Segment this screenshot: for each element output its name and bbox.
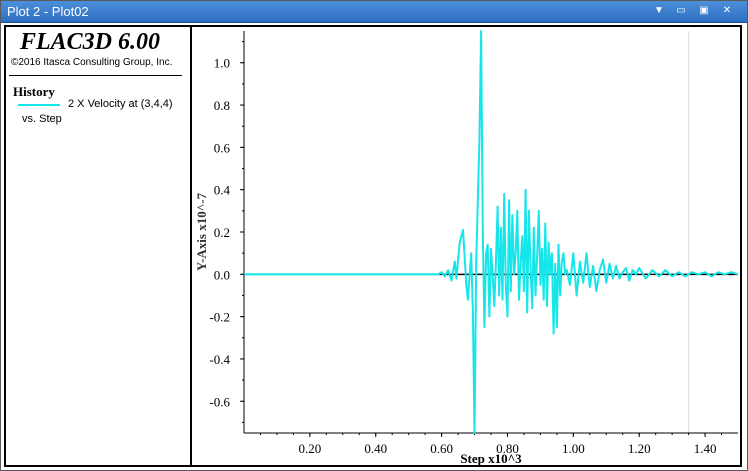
product-name: FLAC3D 6.00	[20, 29, 161, 55]
x-tick-label: 0.60	[430, 441, 453, 456]
plot-window: Plot 2 - Plot02 ▼ ▭ ▣ ✕ FLAC3D 6.00 ©201…	[0, 0, 748, 471]
plot-content: FLAC3D 6.00 ©2016 Itasca Consulting Grou…	[4, 25, 742, 467]
minimize-icon[interactable]: ▭	[673, 4, 689, 18]
x-axis-label: Step x10^3	[460, 451, 522, 465]
series-swatch	[18, 104, 60, 106]
y-tick-label: 0.4	[214, 183, 231, 198]
y-tick-label: -0.6	[209, 394, 230, 409]
legend-divider	[9, 75, 182, 76]
y-tick-label: 1.0	[214, 56, 230, 71]
data-layer	[244, 30, 739, 434]
x-tick-label: 0.40	[364, 441, 387, 456]
series-sub-label: vs. Step	[22, 113, 62, 125]
y-tick-label: 0.6	[214, 140, 231, 155]
x-tick-label: 0.20	[298, 441, 321, 456]
history-title: History	[13, 84, 55, 99]
y-tick-label: -0.2	[209, 310, 230, 325]
x-tick-label: 1.40	[694, 441, 717, 456]
series-label: 2 X Velocity at (3,4,4)	[68, 98, 173, 110]
history-chart: -0.6 -0.4 -0.2 0.0 0.2 0.4 0.6 0.8 1.0 0.20 0.40 0.…	[194, 30, 739, 465]
y-tick-label: 0.0	[214, 267, 230, 282]
dropdown-icon[interactable]: ▼	[651, 4, 667, 18]
title-bar[interactable]: Plot 2 - Plot02 ▼ ▭ ▣ ✕	[1, 1, 747, 23]
restore-icon[interactable]: ▣	[696, 4, 712, 18]
legend-panel: FLAC3D 6.00 ©2016 Itasca Consulting Grou…	[6, 27, 192, 465]
window-title: Plot 2 - Plot02	[7, 4, 89, 19]
x-tick-label: 1.20	[628, 441, 651, 456]
y-tick-label: 0.2	[214, 225, 230, 240]
close-icon[interactable]: ✕	[719, 4, 735, 18]
y-tick-label: 0.8	[214, 98, 230, 113]
grid-layer	[243, 31, 690, 433]
y-tick-label: -0.4	[209, 352, 230, 367]
y-axis-label: Y-Axis x10^-7	[194, 192, 209, 271]
x-tick-label: 1.00	[562, 441, 585, 456]
series-line	[244, 30, 739, 434]
copyright-text: ©2016 Itasca Consulting Group, Inc.	[11, 57, 173, 68]
